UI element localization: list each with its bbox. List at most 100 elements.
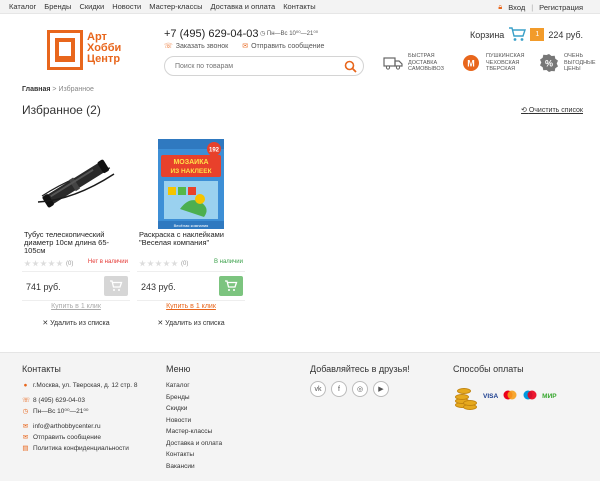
visa-logo: VISA	[483, 392, 499, 400]
document-icon: ▤	[22, 445, 29, 452]
search-input[interactable]	[175, 61, 335, 72]
topnav-masterclasses[interactable]: Мастер-классы	[149, 2, 202, 11]
product-image[interactable]: 192 МОЗАИКА ИЗ НАКЛЕЕК Весёлая компания	[137, 138, 245, 230]
footer-email[interactable]: ✉ info@arthobbycenter.ru	[22, 423, 138, 430]
topnav-contacts[interactable]: Контакты	[283, 2, 315, 11]
topnav-discounts[interactable]: Скидки	[79, 2, 104, 11]
footer-menu-catalog[interactable]: Каталог	[166, 382, 222, 389]
search-icon[interactable]	[344, 60, 357, 73]
footer-menu-delivery[interactable]: Доставка и оплата	[166, 440, 222, 447]
product-name[interactable]: Раскраска с наклейками "Веселая компания…	[139, 231, 243, 247]
footer-email-text: info@arthobbycenter.ru	[33, 423, 101, 430]
coins-icon	[453, 382, 479, 410]
footer-menu-contacts[interactable]: Контакты	[166, 451, 222, 458]
breadcrumb-home[interactable]: Главная	[22, 86, 50, 93]
topnav-news[interactable]: Новости	[112, 2, 141, 11]
footer-contacts: Контакты ● г.Москва, ул. Тверская, д. 12 …	[22, 364, 138, 456]
topnav-brands[interactable]: Бренды	[44, 2, 71, 11]
send-message-label: Отправить сообщение	[251, 43, 325, 50]
clock-icon: ◷	[260, 31, 267, 37]
availability-status: В наличии	[213, 259, 243, 265]
clear-list-link[interactable]: ⟲ Очистить список	[521, 106, 583, 114]
site-logo[interactable]: Арт Хобби Центр	[47, 30, 127, 72]
footer-menu-vacancies[interactable]: Вакансии	[166, 463, 222, 470]
feature-delivery-text: Быстрая доставка самовывоз	[408, 53, 445, 73]
header-cart[interactable]: Корзина 1 224 руб.	[470, 27, 583, 42]
breadcrumb-current: Избранное	[58, 86, 94, 93]
add-to-cart-button[interactable]	[219, 276, 243, 296]
add-to-cart-button[interactable]	[104, 276, 128, 296]
header-phone[interactable]: +7 (495) 629-04-03	[164, 28, 258, 40]
maestro-logo	[522, 390, 538, 402]
logo-mark	[47, 30, 83, 70]
product-name[interactable]: Тубус телескопический диаметр 10см длина…	[24, 231, 128, 255]
footer-phone-text: 8 (495) 629-04-03	[33, 397, 86, 404]
rating-stars: (0)	[139, 260, 188, 267]
cart-count-badge: 1	[530, 28, 545, 41]
phone-icon: ☏	[164, 43, 173, 50]
divider	[22, 300, 130, 301]
delivery-truck-icon	[382, 52, 404, 74]
feature-metro: M Пушкинская Чеховская Тверская	[460, 52, 530, 74]
topnav-delivery[interactable]: Доставка и оплата	[210, 2, 275, 11]
mastercard-logo	[502, 390, 518, 402]
social-links: vk f ◎ ▶	[310, 381, 410, 397]
footer-menu: Меню Каталог Бренды Скидки Новости Масте…	[166, 364, 222, 474]
envelope-icon: ✉	[22, 423, 29, 430]
remove-label: Удалить из списка	[50, 320, 110, 327]
top-nav: Каталог Бренды Скидки Новости Мастер-кла…	[9, 2, 316, 11]
availability-status: Нет в наличии	[87, 259, 128, 265]
lock-icon: 🔒︎	[498, 2, 503, 11]
percent-icon: %	[538, 52, 560, 74]
footer-menu-masterclasses[interactable]: Мастер-классы	[166, 428, 222, 435]
footer-menu-discounts[interactable]: Скидки	[166, 405, 222, 412]
footer-address: ● г.Москва, ул. Тверская, д. 12 стр. 8	[22, 382, 138, 389]
facebook-icon[interactable]: f	[331, 381, 347, 397]
buy-one-click-link[interactable]: Купить в 1 клик	[22, 303, 130, 310]
cart-icon	[509, 27, 527, 41]
footer-privacy[interactable]: ▤ Политика конфиденциальности	[22, 445, 138, 452]
feature-metro-text: Пушкинская Чеховская Тверская	[486, 53, 525, 73]
register-link[interactable]: Регистрация	[539, 3, 583, 12]
logo-line-3: Центр	[87, 53, 121, 65]
envelope-icon: ✉	[242, 43, 249, 50]
feature-list: Быстрая доставка самовывоз M Пушкинская …	[382, 52, 600, 74]
star-icon	[24, 260, 31, 267]
star-icon	[163, 260, 170, 267]
footer-menu-news[interactable]: Новости	[166, 417, 222, 424]
feature-prices-text: Очень выгодные цены	[564, 53, 596, 73]
site-footer: Контакты ● г.Москва, ул. Тверская, д. 12 …	[0, 352, 600, 481]
topnav-catalog[interactable]: Каталог	[9, 2, 36, 11]
remove-from-list-link[interactable]: ✕ Удалить из списка	[137, 319, 245, 327]
callback-link[interactable]: ☏ Заказать звонок	[164, 42, 228, 50]
cart-add-icon	[225, 280, 238, 291]
send-message-link[interactable]: ✉ Отправить сообщение	[242, 42, 324, 50]
star-icon	[56, 260, 63, 267]
vk-icon[interactable]: vk	[310, 381, 326, 397]
youtube-icon[interactable]: ▶	[373, 381, 389, 397]
footer-menu-brands[interactable]: Бренды	[166, 394, 222, 401]
feature-delivery: Быстрая доставка самовывоз	[382, 52, 452, 74]
cover-subtitle: Весёлая компания	[174, 223, 209, 228]
product-price: 741 руб.	[26, 282, 61, 292]
login-link[interactable]: Вход	[508, 3, 525, 12]
close-icon: ✕	[157, 320, 166, 327]
instagram-icon[interactable]: ◎	[352, 381, 368, 397]
footer-payment-title: Способы оплаты	[453, 364, 524, 374]
breadcrumb: Главная > Избранное	[22, 86, 94, 93]
product-image[interactable]	[22, 138, 130, 230]
remove-label: Удалить из списка	[165, 320, 225, 327]
footer-menu-title: Меню	[166, 364, 191, 374]
close-icon: ✕	[42, 320, 51, 327]
footer-phone[interactable]: ☏ 8 (495) 629-04-03	[22, 397, 138, 404]
footer-send-message[interactable]: ✉ Отправить сообщение	[22, 434, 138, 441]
footer-send-message-text: Отправить сообщение	[33, 434, 102, 441]
search-box	[164, 56, 364, 76]
metro-icon: M	[460, 52, 482, 74]
buy-one-click-link[interactable]: Купить в 1 клик	[137, 303, 245, 310]
footer-hours: ◷ Пн—Вс 10⁰⁰—21⁰⁰	[22, 408, 138, 415]
review-count: (0)	[181, 260, 189, 267]
remove-from-list-link[interactable]: ✕ Удалить из списка	[22, 319, 130, 327]
feature-prices: % Очень выгодные цены	[538, 52, 600, 74]
header-links: ☏ Заказать звонок ✉ Отправить сообщение	[164, 42, 324, 50]
